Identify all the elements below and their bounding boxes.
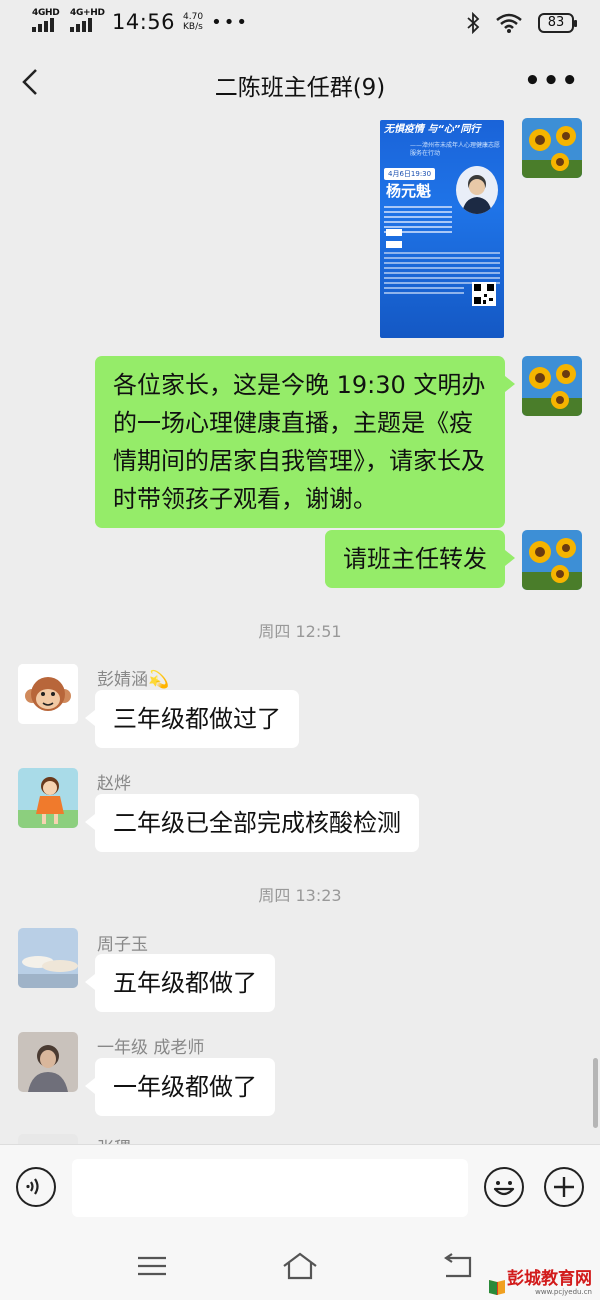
- message-bubble-other[interactable]: 二年级已全部完成核酸检测: [85, 794, 419, 852]
- watermark-url: www.pcjyedu.cn: [535, 1288, 592, 1296]
- watermark-text: 彭城教育网: [507, 1269, 592, 1289]
- poster-speaker: 杨元魁: [386, 182, 432, 200]
- wifi-icon: [496, 13, 522, 33]
- avatar-photo[interactable]: [18, 1032, 78, 1092]
- bluetooth-icon: [467, 12, 480, 34]
- chat-header: 二陈班主任群(9) •••: [0, 48, 600, 118]
- chat-title: 二陈班主任群(9): [214, 75, 386, 101]
- poster-title: 无惧疫情 与“心”同行: [384, 124, 481, 135]
- poster-subtitle: ——漳州市未成年人心理健康志愿服务在行动: [410, 142, 501, 157]
- battery-icon: 83: [538, 13, 577, 33]
- signal-icon-2: 4G+HD: [70, 8, 105, 34]
- timestamp: 周四 12:51: [258, 622, 342, 641]
- more-options-icon[interactable]: •••: [524, 66, 580, 96]
- home-icon[interactable]: [280, 1250, 320, 1282]
- poster-image[interactable]: 无惧疫情 与“心”同行 ——漳州市未成年人心理健康志愿服务在行动 4月6日19:…: [380, 120, 504, 338]
- sender-name: 一年级 成老师: [97, 1038, 205, 1058]
- message-bubble-other[interactable]: 一年级都做了: [85, 1058, 275, 1116]
- message-bubble-other[interactable]: 五年级都做了: [85, 954, 275, 1012]
- qr-code-image: [472, 282, 496, 306]
- watermark-logo: 彭城教育网 www.pcjyedu.cn: [487, 1270, 592, 1296]
- avatar-monkey[interactable]: [18, 664, 78, 724]
- poster-tag-2: [386, 241, 402, 248]
- self-avatar[interactable]: [522, 118, 582, 178]
- self-avatar[interactable]: [522, 356, 582, 416]
- voice-icon[interactable]: [16, 1167, 56, 1207]
- speaker-photo: [456, 166, 498, 214]
- self-avatar[interactable]: [522, 530, 582, 590]
- avatar-partial[interactable]: [18, 1134, 78, 1144]
- notification-dots: •••: [211, 11, 249, 33]
- avatar-girl[interactable]: [18, 768, 78, 828]
- message-bubble-self[interactable]: 各位家长，这是今晚 19:30 文明办的一场心理健康直播，主题是《疫情期间的居家…: [95, 356, 515, 528]
- poster-date: 4月6日19:30: [384, 168, 436, 180]
- menu-icon[interactable]: [132, 1250, 172, 1282]
- input-bar: [0, 1144, 600, 1230]
- avatar-sky[interactable]: [18, 928, 78, 988]
- sender-name: 赵烨: [97, 774, 131, 794]
- back-nav-icon[interactable]: [438, 1250, 478, 1282]
- network-speed: 4.70 KB/s: [183, 12, 203, 32]
- emoji-icon[interactable]: [484, 1167, 524, 1207]
- scrollbar[interactable]: [593, 1058, 598, 1128]
- speed-unit: KB/s: [183, 22, 203, 32]
- message-bubble-self[interactable]: 请班主任转发: [325, 530, 515, 588]
- signal-icon: 4GHD: [32, 8, 66, 34]
- timestamp: 周四 13:23: [258, 886, 342, 905]
- status-bar: 4GHD 4G+HD 14:56 4.70 KB/s ••• 83: [0, 0, 600, 48]
- network-type-2: 4G+HD: [70, 8, 105, 18]
- network-type-1: 4GHD: [32, 8, 60, 18]
- speed-value: 4.70: [183, 12, 204, 22]
- message-list[interactable]: 无惧疫情 与“心”同行 ——漳州市未成年人心理健康志愿服务在行动 4月6日19:…: [0, 118, 600, 1144]
- poster-tag-1: [386, 229, 402, 236]
- book-icon: [489, 1280, 505, 1295]
- sender-name: 周子玉: [97, 935, 148, 955]
- sender-name: 彭婧涵💫: [97, 670, 170, 690]
- sender-name: 张稷: [97, 1134, 131, 1144]
- clock: 14:56: [112, 10, 176, 34]
- message-bubble-other[interactable]: 三年级都做过了: [85, 690, 299, 748]
- plus-icon[interactable]: [544, 1167, 584, 1207]
- message-input[interactable]: [72, 1159, 468, 1217]
